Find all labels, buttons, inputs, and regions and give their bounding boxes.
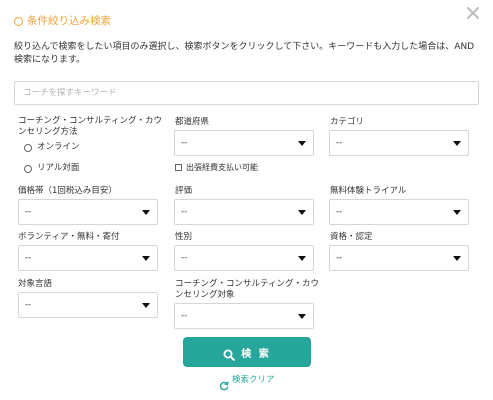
close-button[interactable] [465,5,481,21]
radio-online-label: オンライン [37,142,80,152]
refresh-icon [219,376,229,390]
clear-search-label: 検索クリア [232,375,275,385]
rating-label: 評価 [175,186,193,196]
keyword-input[interactable] [14,81,479,105]
rating-select[interactable]: -- [174,199,314,225]
chevron-down-icon [298,141,306,146]
target-select[interactable]: -- [174,303,314,329]
target-value: -- [181,311,188,321]
chevron-down-icon [142,303,150,308]
free-trial-value: -- [336,207,343,217]
coaching-method-label: コーチング・コンサルティング・カウンセリング方法 [18,116,162,137]
clear-search-link[interactable]: 検索クリア [219,375,275,390]
prefecture-select[interactable]: -- [174,130,314,156]
qualification-label: 資格・認定 [330,232,373,242]
close-icon [467,7,479,19]
gender-value: -- [181,253,188,263]
prefecture-label: 都道府県 [175,117,210,127]
radio-circle-icon [24,164,32,173]
price-range-value: -- [25,207,32,217]
language-value: -- [25,300,32,310]
volunteer-value: -- [25,253,32,263]
modal-header: 条件絞り込み検索 [14,14,111,28]
circle-icon [14,16,23,26]
chevron-down-icon [298,256,306,261]
travel-expense-checkbox[interactable]: 出張経費支払い可能 [175,162,258,173]
prefecture-value: -- [181,138,188,148]
checkbox-icon [175,164,182,171]
chevron-down-icon [142,210,150,215]
category-label: カテゴリ [330,117,365,127]
modal-title: 条件絞り込み検索 [27,15,111,27]
radio-in-person[interactable]: リアル対面 [24,163,79,174]
search-button-label: 検 索 [241,348,271,360]
rating-value: -- [181,207,188,217]
chevron-down-icon [142,256,150,261]
qualification-select[interactable]: -- [329,245,469,271]
description-text: 絞り込んで検索をしたい項目のみ選択し、検索ボタンをクリックして下さい。キーワード… [14,42,475,65]
search-filter-modal: 条件絞り込み検索 絞り込んで検索をしたい項目のみ選択し、検索ボタンをクリックして… [0,0,493,400]
volunteer-label: ボランティア・無料・寄付 [18,232,120,242]
language-label: 対象言語 [18,279,53,289]
volunteer-select[interactable]: -- [18,245,158,271]
travel-expense-label: 出張経費支払い可能 [186,163,258,172]
price-range-label: 価格帯（1回税込み目安） [18,186,117,196]
gender-select[interactable]: -- [174,245,314,271]
chevron-down-icon [453,141,461,146]
gender-label: 性別 [175,232,193,242]
language-select[interactable]: -- [18,292,158,318]
target-label: コーチング・コンサルティング・カウンセリング対象 [175,279,319,300]
free-trial-select[interactable]: -- [329,199,469,225]
category-select[interactable]: -- [329,130,469,156]
price-range-select[interactable]: -- [18,199,158,225]
radio-circle-icon [24,143,32,152]
chevron-down-icon [298,314,306,319]
chevron-down-icon [298,210,306,215]
qualification-value: -- [336,253,343,263]
chevron-down-icon [453,210,461,215]
chevron-down-icon [453,256,461,261]
category-value: -- [336,138,343,148]
free-trial-label: 無料体験トライアル [330,186,407,196]
search-button[interactable]: 検 索 [183,337,311,367]
search-icon [223,346,236,361]
radio-online[interactable]: オンライン [24,142,80,153]
radio-in-person-label: リアル対面 [37,163,80,173]
